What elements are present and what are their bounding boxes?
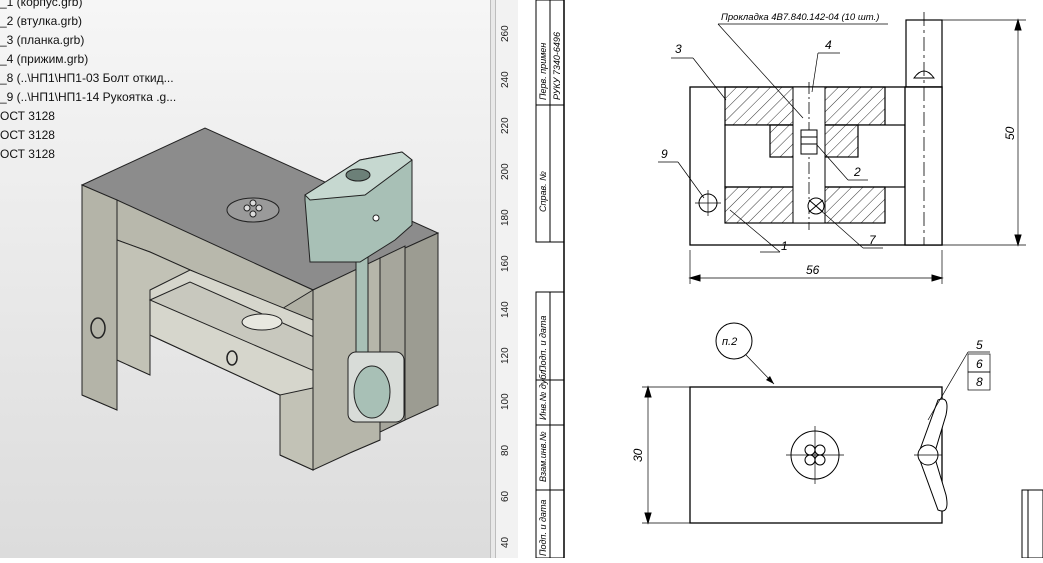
position-label-6: 6 xyxy=(976,357,983,371)
handle-hole xyxy=(345,168,371,182)
tree-item[interactable]: _9 (..\НП1\НП1-14 Рукоятка .g... xyxy=(0,88,200,107)
top-view[interactable] xyxy=(689,386,948,524)
ruler-label: 40 xyxy=(500,536,511,548)
dim-plan-height xyxy=(642,385,690,525)
handle-pin xyxy=(372,214,380,222)
stamp-inv-dubl: Инв.№ дубл. xyxy=(538,367,548,420)
ruler-label: 180 xyxy=(500,209,511,226)
dim-height-label: 50 xyxy=(1003,126,1017,140)
note-bubble-label: п.2 xyxy=(722,336,737,348)
stamp-sprav: Справ. № xyxy=(538,171,548,212)
tree-item-label: _1 (корпус.grb) xyxy=(0,0,83,9)
tree-item-label: ОСТ 3128 xyxy=(0,128,55,142)
position-label-8: 8 xyxy=(976,375,983,389)
hole-top-pin xyxy=(249,210,257,218)
tree-item[interactable]: _2 (втулка.grb) xyxy=(0,12,200,31)
ruler-label: 140 xyxy=(500,301,511,318)
ruler-label: 80 xyxy=(500,444,511,456)
drawing-canvas[interactable]: Перв. примен РУКУ 7340-6496 Справ. № Под… xyxy=(518,0,1043,559)
stamp-perv-primen-value: РУКУ 7340-6496 xyxy=(552,32,562,100)
leader-note: Прокладка 4В7.840.142-04 (10 шт.) xyxy=(721,12,879,23)
position-label-5: 5 xyxy=(976,338,983,352)
tree-item[interactable]: _8 (..\НП1\НП1-03 Болт откид... xyxy=(0,69,200,88)
ruler-label: 120 xyxy=(500,347,511,364)
front-view[interactable] xyxy=(689,12,943,246)
stamp-podp-data-2: Подп. и дата xyxy=(538,500,548,556)
tree-item[interactable]: ОСТ 3128 xyxy=(0,107,200,126)
tree-item-label: _3 (планка.grb) xyxy=(0,33,85,47)
hole-top-pin xyxy=(255,204,263,212)
vertical-ruler: 260 240 220 200 180 160 140 120 100 80 6… xyxy=(496,0,519,558)
position-label-2: 2 xyxy=(853,165,861,179)
ruler-label: 60 xyxy=(500,490,511,502)
ruler-label: 160 xyxy=(500,255,511,272)
tree-item[interactable]: ОСТ 3128 xyxy=(0,145,200,164)
hole-top-pin xyxy=(243,204,251,212)
tree-item-label: _2 (втулка.grb) xyxy=(0,14,83,28)
title-block-corner xyxy=(1021,489,1043,559)
tree-item-label: _9 (..\НП1\НП1-14 Рукоятка .g... xyxy=(0,90,177,104)
stamp-perv-primen: Перв. примен xyxy=(538,43,548,100)
tree-item-label: ОСТ 3128 xyxy=(0,147,55,161)
clamp-disc xyxy=(241,313,283,331)
tree-item[interactable]: _1 (корпус.grb) xyxy=(0,0,200,12)
dim-plan-height-label: 30 xyxy=(631,448,645,462)
tree-item[interactable]: _4 (прижим.grb) xyxy=(0,50,200,69)
tree-item-label: ОСТ 3128 xyxy=(0,109,55,123)
position-label-1: 1 xyxy=(781,239,788,253)
bolt-eye-ball xyxy=(353,365,391,419)
ruler-label: 240 xyxy=(500,71,511,88)
ruler-label: 200 xyxy=(500,163,511,180)
position-label-9: 9 xyxy=(661,147,668,161)
tree-item[interactable]: ОСТ 3128 xyxy=(0,126,200,145)
drawing-sheet[interactable]: Перв. примен РУКУ 7340-6496 Справ. № Под… xyxy=(518,0,1043,559)
stamp-podp-data-1: Подп. и дата xyxy=(538,316,548,372)
tree-item-label: _4 (прижим.grb) xyxy=(0,52,89,66)
position-label-3: 3 xyxy=(675,42,682,56)
position-label-4: 4 xyxy=(825,38,832,52)
tree-item-label: _8 (..\НП1\НП1-03 Болт откид... xyxy=(0,71,174,85)
body-front-leg-left xyxy=(81,184,118,411)
stamp-vzam-inv: Взам.инв.№ xyxy=(538,431,548,482)
model-tree[interactable]: _1 (корпус.grb) _2 (втулка.grb) _3 (план… xyxy=(0,0,200,164)
tree-item[interactable]: _3 (планка.grb) xyxy=(0,31,200,50)
dim-width-label: 56 xyxy=(806,263,820,277)
ruler-label: 100 xyxy=(500,393,511,410)
ruler-label: 260 xyxy=(500,25,511,42)
ruler-label: 220 xyxy=(500,117,511,134)
hole-top-pin xyxy=(249,199,257,207)
3d-view-panel[interactable]: _1 (корпус.grb) _2 (втулка.grb) _3 (план… xyxy=(0,0,490,558)
